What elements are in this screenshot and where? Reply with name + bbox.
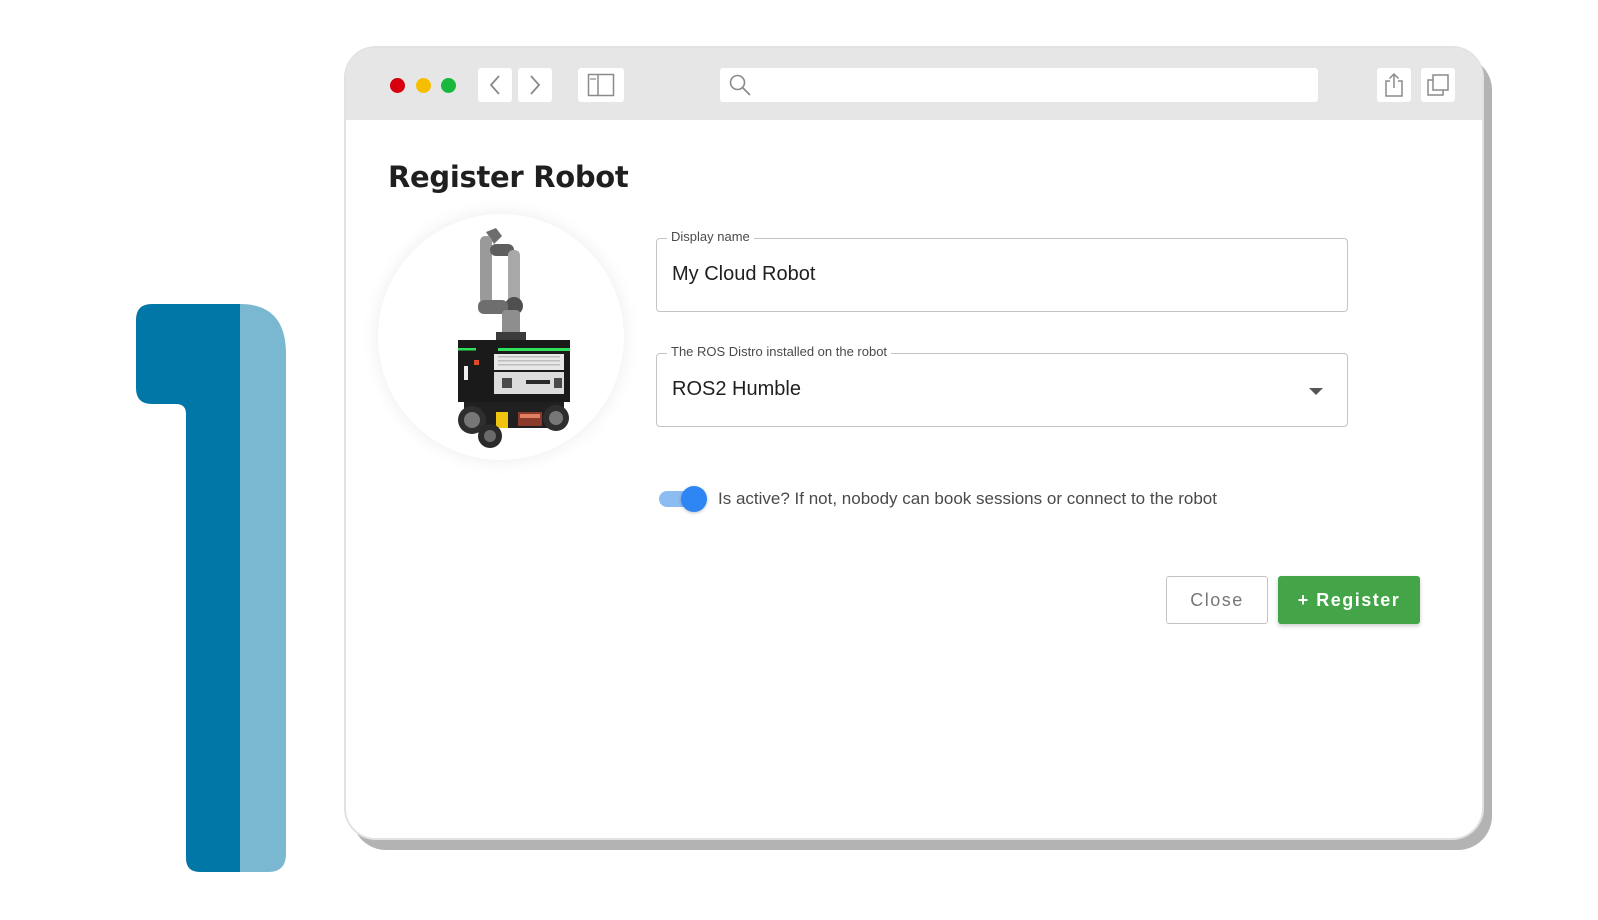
search-icon <box>729 74 751 96</box>
register-button[interactable]: + Register <box>1278 576 1420 624</box>
ros-distro-select[interactable]: The ROS Distro installed on the robot RO… <box>656 344 1348 427</box>
sidebar-button[interactable] <box>578 68 624 102</box>
ros-distro-label: The ROS Distro installed on the robot <box>667 344 892 359</box>
browser-toolbar <box>346 48 1482 120</box>
toggle-knob[interactable] <box>681 486 707 512</box>
close-button[interactable]: Close <box>1166 576 1268 624</box>
display-name-label: Display name <box>667 229 754 244</box>
step-number-graphic <box>136 304 286 872</box>
sidebar-icon <box>587 73 615 97</box>
window-maximize-dot[interactable] <box>441 78 456 93</box>
robot-avatar <box>378 214 624 460</box>
active-toggle-label: Is active? If not, nobody can book sessi… <box>718 489 1217 508</box>
back-button[interactable] <box>478 68 512 102</box>
page-title: Register Robot <box>388 160 629 194</box>
chevron-right-icon <box>530 75 541 95</box>
display-name-field[interactable]: Display name My Cloud Robot <box>656 229 1348 312</box>
address-bar[interactable] <box>720 68 1318 102</box>
tabs-button[interactable] <box>1421 68 1455 102</box>
share-button[interactable] <box>1377 68 1411 102</box>
window-close-dot[interactable] <box>390 78 405 93</box>
display-name-value[interactable]: My Cloud Robot <box>672 263 815 286</box>
chevron-down-icon[interactable] <box>1309 388 1323 395</box>
active-toggle[interactable] <box>657 485 709 512</box>
tabs-icon <box>1427 74 1449 96</box>
share-icon <box>1385 72 1403 97</box>
browser-window: Register Robot Display name My Cloud Rob… <box>344 46 1484 840</box>
forward-button[interactable] <box>518 68 552 102</box>
chevron-left-icon <box>489 75 500 95</box>
window-minimize-dot[interactable] <box>416 78 431 93</box>
robot-image <box>458 228 570 448</box>
ros-distro-value[interactable]: ROS2 Humble <box>672 378 801 401</box>
